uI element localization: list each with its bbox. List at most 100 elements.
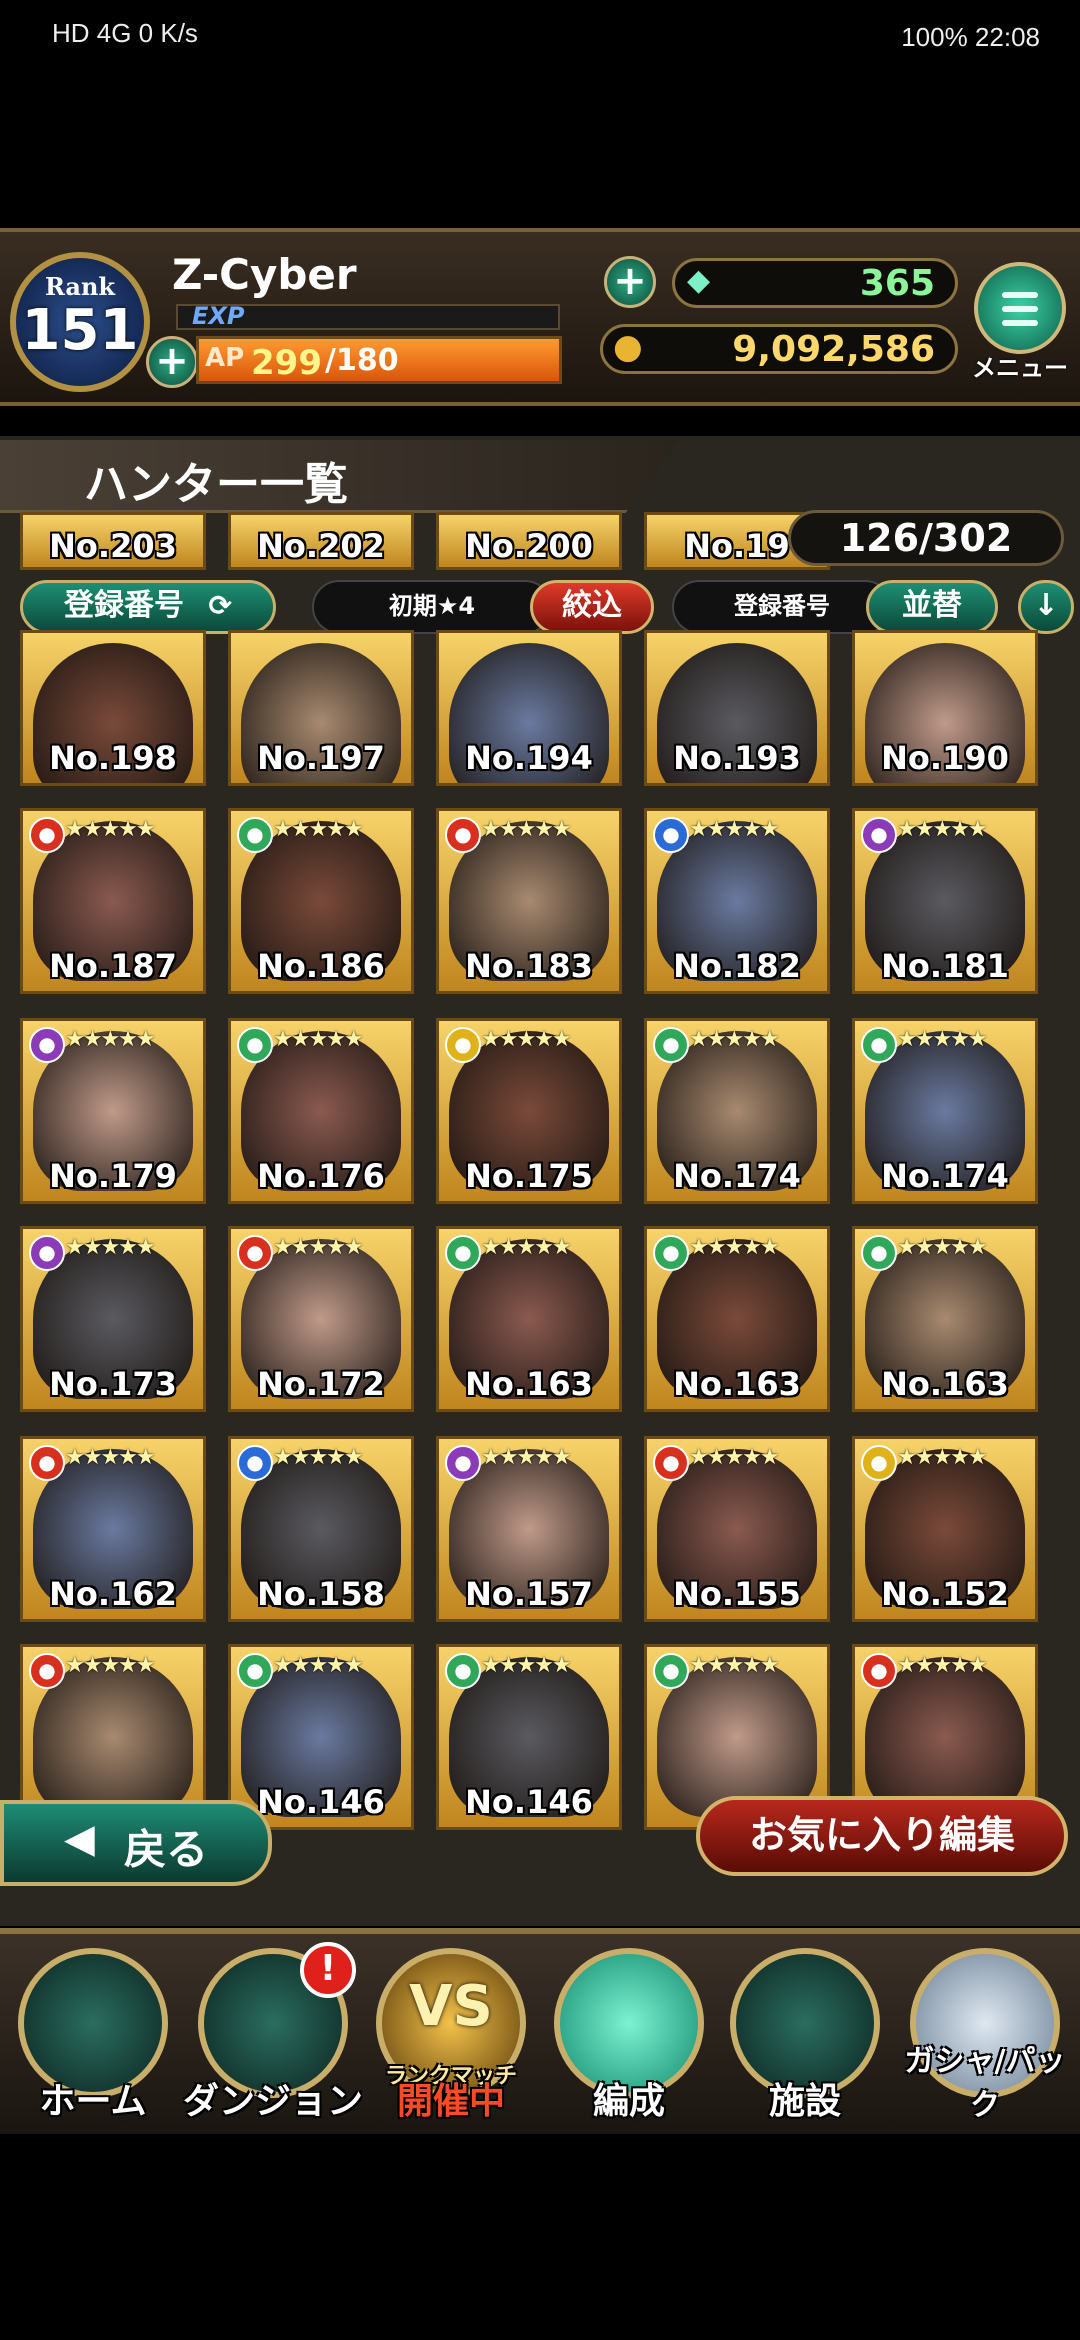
- filter-button[interactable]: 絞込: [530, 580, 654, 634]
- hunter-number: No.193: [673, 739, 801, 777]
- hunter-card[interactable]: ● ★★★★★ No.175: [436, 1018, 622, 1204]
- ap-label: AP: [205, 343, 245, 373]
- hunter-card[interactable]: ● ★★★★★ No.163: [644, 1226, 830, 1412]
- hunter-card[interactable]: ● ★★★★★ No.182: [644, 808, 830, 994]
- hunter-number: No.158: [257, 1575, 385, 1613]
- hunter-card[interactable]: ● ★★★★★ No.146: [436, 1644, 622, 1830]
- favorite-edit-button[interactable]: お気に入り編集: [696, 1796, 1068, 1876]
- rarity-stars: ★★★★★: [689, 1027, 780, 1052]
- nav-gacha[interactable]: ガシャ/パック: [900, 1948, 1070, 2132]
- wind-attribute-icon: ●: [237, 817, 273, 853]
- sort-key-button[interactable]: 登録番号 ⟳: [20, 580, 276, 634]
- hunter-card[interactable]: ● ★★★★★ No.163: [436, 1226, 622, 1412]
- nav-home[interactable]: ホーム: [8, 1948, 178, 2132]
- hunter-number: No.187: [49, 947, 177, 985]
- hunter-card[interactable]: ● ★★★★★ No.176: [228, 1018, 414, 1204]
- hunter-number: No.182: [673, 947, 801, 985]
- rarity-stars: ★★★★★: [481, 1653, 572, 1678]
- gem-plus-button[interactable]: +: [604, 256, 656, 308]
- vs-logo: VS: [409, 1974, 493, 2039]
- ap-current: 299: [251, 343, 322, 383]
- nav-dungeon[interactable]: ! ダンジョン: [183, 1942, 363, 2132]
- hunter-card[interactable]: ● ★★★★★ No.187: [20, 808, 206, 994]
- status-right: 100% 22:08: [901, 22, 1040, 52]
- hunter-card-partial[interactable]: No.203: [20, 512, 206, 570]
- order-button[interactable]: 並替: [866, 580, 998, 634]
- wind-attribute-icon: ●: [237, 1027, 273, 1063]
- hunter-card[interactable]: No.194: [436, 630, 622, 786]
- rank-badge: Rank 151: [10, 252, 150, 392]
- fire-attribute-icon: ●: [29, 817, 65, 853]
- hunter-card[interactable]: No.193: [644, 630, 830, 786]
- order-key[interactable]: 登録番号: [672, 580, 892, 634]
- hunter-number: No.163: [465, 1365, 593, 1403]
- hunter-number: No.172: [257, 1365, 385, 1403]
- rarity-stars: ★★★★★: [481, 1235, 572, 1260]
- wind-attribute-icon: ●: [445, 1235, 481, 1271]
- nav-gacha-label: ガシャ/パック: [904, 2044, 1066, 2123]
- hunter-card-partial[interactable]: No.202: [228, 512, 414, 570]
- hunter-card[interactable]: No.190: [852, 630, 1038, 786]
- hunter-card[interactable]: ● ★★★★★ No.173: [20, 1226, 206, 1412]
- back-button[interactable]: ◀ 戻る: [0, 1800, 272, 1886]
- exp-label: EXP: [192, 302, 245, 330]
- hunter-card[interactable]: No.198: [20, 630, 206, 786]
- water-attribute-icon: ●: [237, 1445, 273, 1481]
- hunter-number: No.190: [881, 739, 1009, 777]
- sort-key-label: 登録番号: [64, 588, 185, 623]
- ap-bar: AP 299 /180: [196, 336, 562, 384]
- hunter-number: No.197: [257, 739, 385, 777]
- nav-rank-match[interactable]: VS ランクマッチ 開催中: [366, 1948, 536, 2132]
- nav-facility[interactable]: 施設: [720, 1948, 890, 2132]
- menu-button[interactable]: メニュー: [968, 262, 1072, 382]
- hunter-card[interactable]: ● ★★★★★ No.157: [436, 1436, 622, 1622]
- fire-attribute-icon: ●: [653, 1445, 689, 1481]
- hunter-card[interactable]: ● ★★★★★ No.162: [20, 1436, 206, 1622]
- hunter-card-partial[interactable]: No.200: [436, 512, 622, 570]
- back-label: 戻る: [124, 1825, 209, 1874]
- dungeon-alert-badge: !: [300, 1942, 356, 1998]
- coin-value: 9,092,586: [732, 329, 935, 370]
- hunter-card[interactable]: ● ★★★★★ No.158: [228, 1436, 414, 1622]
- fire-attribute-icon: ●: [29, 1653, 65, 1689]
- hunter-number: No.179: [49, 1157, 177, 1195]
- rarity-stars: ★★★★★: [65, 1653, 156, 1678]
- fire-attribute-icon: ●: [445, 817, 481, 853]
- nav-rank-match-label: 開催中: [396, 2081, 505, 2122]
- ap-plus-button[interactable]: +: [146, 336, 198, 388]
- gem-icon: ◆: [687, 263, 711, 298]
- sort-direction-icon[interactable]: ↓: [1018, 580, 1074, 634]
- nav-facility-label: 施設: [768, 2081, 841, 2122]
- hunter-number: No.157: [465, 1575, 593, 1613]
- hunter-card[interactable]: ● ★★★★★ No.183: [436, 808, 622, 994]
- hunter-card[interactable]: ● ★★★★★ No.152: [852, 1436, 1038, 1622]
- hunter-card[interactable]: ● ★★★★★ No.174: [852, 1018, 1038, 1204]
- hunter-card[interactable]: No.197: [228, 630, 414, 786]
- hunter-number: No.163: [673, 1365, 801, 1403]
- ap-max: /180: [325, 343, 399, 378]
- nav-party-label: 編成: [592, 2081, 665, 2122]
- hunter-number: No.155: [673, 1575, 801, 1613]
- hunter-card[interactable]: ● ★★★★★ No.163: [852, 1226, 1038, 1412]
- hunter-card[interactable]: ● ★★★★★ No.172: [228, 1226, 414, 1412]
- bottom-nav: ホーム ! ダンジョン VS ランクマッチ 開催中 編成 施設 ガシャ/パック: [0, 1928, 1080, 2134]
- refresh-icon: ⟳: [208, 589, 232, 622]
- rarity-stars: ★★★★★: [65, 1235, 156, 1260]
- hunter-card[interactable]: ● ★★★★★ No.155: [644, 1436, 830, 1622]
- rarity-stars: ★★★★★: [689, 1235, 780, 1260]
- nav-party[interactable]: 編成: [544, 1948, 714, 2132]
- hunter-card[interactable]: ● ★★★★★ No.146: [228, 1644, 414, 1830]
- rarity-stars: ★★★★★: [65, 817, 156, 842]
- player-header: Rank 151 Z-Cyber EXP + AP 299 /180 + ◆ 3…: [0, 228, 1080, 406]
- hunter-card[interactable]: ● ★★★★★ No.174: [644, 1018, 830, 1204]
- hunter-card[interactable]: ● ★★★★★ No.181: [852, 808, 1038, 994]
- hunter-count: 126/302: [788, 510, 1064, 566]
- hunter-number: No.202: [257, 527, 385, 565]
- wind-attribute-icon: ●: [861, 1235, 897, 1271]
- screen-title: ハンター一覧: [84, 459, 348, 510]
- rarity-stars: ★★★★★: [273, 1653, 364, 1678]
- hunter-card[interactable]: ● ★★★★★ No.186: [228, 808, 414, 994]
- hunter-number: No.203: [49, 527, 177, 565]
- gem-value: 365: [859, 263, 935, 304]
- hunter-card[interactable]: ● ★★★★★ No.179: [20, 1018, 206, 1204]
